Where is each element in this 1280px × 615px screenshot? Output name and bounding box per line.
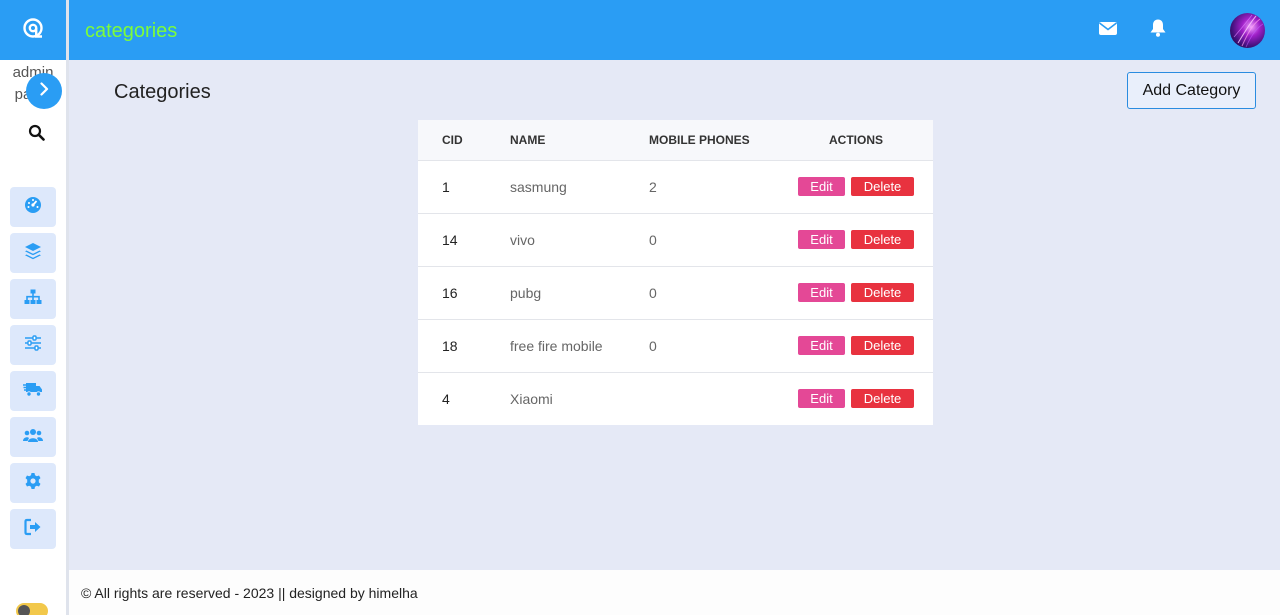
edit-button[interactable]: Edit <box>798 177 845 196</box>
delete-button[interactable]: Delete <box>851 389 914 409</box>
user-avatar[interactable] <box>1230 13 1265 48</box>
table-row: 18 free fire mobile 0 Edit Delete <box>418 319 933 372</box>
cell-mobile-phones: 2 <box>649 178 657 195</box>
sidebar-toggle-button[interactable] <box>26 73 62 109</box>
cell-actions: Edit Delete <box>779 160 933 213</box>
cell-name: pubg <box>510 284 542 301</box>
cell-name: Xiaomi <box>510 390 553 407</box>
edit-button[interactable]: Edit <box>798 389 845 409</box>
footer-copyright: © All rights are reserved - 2023 || desi… <box>81 585 418 601</box>
cell-cid: 18 <box>442 337 458 354</box>
footer: © All rights are reserved - 2023 || desi… <box>69 570 1280 615</box>
sliders-icon <box>24 334 42 357</box>
theme-toggle-knob <box>18 605 30 615</box>
cell-name: vivo <box>510 231 535 248</box>
column-header-name: NAME <box>510 132 546 147</box>
search-icon <box>28 124 45 146</box>
cell-mobile-phones: 0 <box>649 231 657 248</box>
sidebar-item-logout[interactable] <box>10 509 56 549</box>
sitemap-icon <box>24 288 42 311</box>
avatar-image <box>1233 14 1264 48</box>
delete-button[interactable]: Delete <box>851 177 914 196</box>
chevron-right-icon <box>37 81 51 101</box>
sidebar-item-users[interactable] <box>10 417 56 457</box>
messages-button[interactable] <box>1097 19 1119 41</box>
cell-cid: 14 <box>442 231 458 248</box>
cell-mobile-phones: 0 <box>649 337 657 354</box>
notifications-button[interactable] <box>1147 19 1169 41</box>
sidebar-menu <box>10 187 56 555</box>
header-title: categories <box>85 20 178 42</box>
table-header-row: CID NAME MOBILE PHONES ACTIONS <box>418 120 933 160</box>
search-button[interactable] <box>24 123 48 147</box>
cell-cid: 1 <box>442 178 450 195</box>
column-header-mobile-phones: MOBILE PHONES <box>649 132 750 147</box>
table-row: 4 Xiaomi Edit Delete <box>418 372 933 425</box>
sidebar-item-categories[interactable] <box>10 279 56 319</box>
logo[interactable] <box>0 0 66 60</box>
cell-actions: Edit Delete <box>779 266 933 319</box>
sidebar-item-layers[interactable] <box>10 233 56 273</box>
delete-button[interactable]: Delete <box>851 230 914 249</box>
column-header-actions: ACTIONS <box>829 132 883 147</box>
theme-toggle[interactable] <box>16 603 48 615</box>
cell-mobile-phones: 0 <box>649 284 657 301</box>
sidebar-item-dashboard[interactable] <box>10 187 56 227</box>
gear-icon <box>24 472 42 495</box>
cell-name: free fire mobile <box>510 337 603 354</box>
edit-button[interactable]: Edit <box>798 336 845 355</box>
layers-icon <box>24 242 42 265</box>
sidebar: admin panel <box>0 0 66 615</box>
envelope-icon <box>1098 20 1118 41</box>
sidebar-divider <box>66 0 69 615</box>
cell-mobile-phones <box>649 372 779 425</box>
sidebar-item-settings[interactable] <box>10 463 56 503</box>
cell-cid: 16 <box>442 284 458 301</box>
bell-icon <box>1149 18 1167 43</box>
sidebar-item-filters[interactable] <box>10 325 56 365</box>
delete-button[interactable]: Delete <box>851 283 914 302</box>
users-icon <box>23 426 43 449</box>
categories-table: CID NAME MOBILE PHONES ACTIONS 1 sasmung… <box>418 120 933 425</box>
sign-out-icon <box>24 518 42 541</box>
top-header: categories <box>69 0 1280 60</box>
dashboard-gauge-icon <box>24 196 42 219</box>
edit-button[interactable]: Edit <box>798 283 845 302</box>
table-row: 14 vivo 0 Edit Delete <box>418 213 933 266</box>
cell-name: sasmung <box>510 178 567 195</box>
at-logo-icon <box>22 17 44 44</box>
sidebar-item-delivery[interactable] <box>10 371 56 411</box>
table-row: 1 sasmung 2 Edit Delete <box>418 160 933 213</box>
table-row: 16 pubg 0 Edit Delete <box>418 266 933 319</box>
cell-actions: Edit Delete <box>779 372 933 425</box>
cell-actions: Edit Delete <box>779 319 933 372</box>
cell-cid: 4 <box>442 390 450 407</box>
page-title: Categories <box>114 81 211 103</box>
delete-button[interactable]: Delete <box>851 336 914 355</box>
column-header-cid: CID <box>442 132 463 147</box>
cell-actions: Edit Delete <box>779 213 933 266</box>
delivery-truck-icon <box>23 380 43 403</box>
edit-button[interactable]: Edit <box>798 230 845 249</box>
add-category-button[interactable]: Add Category <box>1127 72 1256 109</box>
